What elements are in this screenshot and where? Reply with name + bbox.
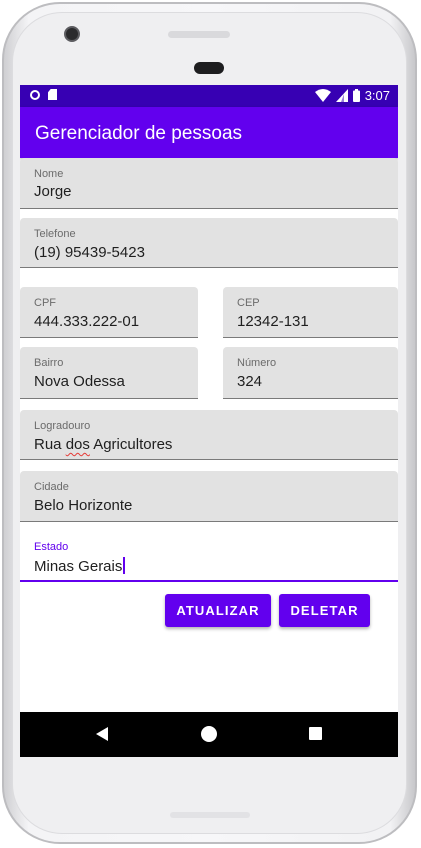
wifi-icon [314,89,331,102]
logradouro-field[interactable]: Logradouro Rua dos Agricultores [20,410,398,460]
cidade-label: Cidade [34,481,69,493]
home-icon[interactable] [201,726,217,742]
cep-value: 12342-131 [237,313,309,330]
deletar-button[interactable]: DELETAR [279,594,370,627]
bairro-field[interactable]: Bairro Nova Odessa [20,347,198,399]
signal-icon [335,89,348,102]
nome-field[interactable]: Nome Jorge [20,158,398,209]
cep-label: CEP [237,297,260,309]
logradouro-label: Logradouro [34,420,91,432]
telefone-label: Telefone [34,228,76,240]
app-title: Gerenciador de pessoas [35,123,243,144]
nome-value: Jorge [34,183,72,200]
status-bar: 3:07 [20,85,398,107]
bairro-label: Bairro [34,357,64,369]
logradouro-value-prefix: Rua [34,436,66,453]
numero-value: 324 [237,373,263,390]
navigation-bar [20,712,398,757]
top-speaker [168,31,230,38]
bairro-value: Nova Odessa [34,373,125,390]
text-cursor [123,557,126,574]
estado-label: Estado [34,541,69,553]
cidade-field[interactable]: Cidade Belo Horizonte [20,471,398,522]
telefone-field[interactable]: Telefone (19) 95439-5423 [20,218,398,268]
estado-value-text: Minas Gerais [34,558,123,575]
recents-icon[interactable] [309,727,322,740]
cpf-value: 444.333.222-01 [34,313,140,330]
estado-field[interactable]: Estado Minas Gerais [20,531,398,582]
earpiece-icon [194,62,224,74]
sd-card-icon [48,89,57,100]
record-circle-icon [30,89,40,100]
front-camera-icon [64,26,80,42]
estado-value: Minas Gerais [34,557,126,575]
app-bar: Gerenciador de pessoas [20,107,398,158]
nome-label: Nome [34,168,64,180]
cep-field[interactable]: CEP 12342-131 [223,287,398,338]
back-icon[interactable] [96,727,108,741]
logradouro-value: Rua dos Agricultores [34,436,172,453]
battery-icon [352,89,360,102]
status-left-icons [30,89,57,100]
cpf-label: CPF [34,297,56,309]
telefone-value: (19) 95439-5423 [34,244,145,261]
logradouro-value-suffix: Agricultores [89,436,173,453]
atualizar-button[interactable]: ATUALIZAR [165,594,271,627]
numero-label: Número [237,357,277,369]
status-time: 3:07 [364,88,390,103]
app-screen: 3:07 Gerenciador de pessoas Nome Jorge T… [20,85,398,757]
spellcheck-word: dos [65,436,90,453]
status-right-icons: 3:07 [314,88,390,103]
cpf-field[interactable]: CPF 444.333.222-01 [20,287,198,338]
numero-field[interactable]: Número 324 [223,347,398,399]
cidade-value: Belo Horizonte [34,497,133,514]
bottom-speaker [170,812,250,818]
